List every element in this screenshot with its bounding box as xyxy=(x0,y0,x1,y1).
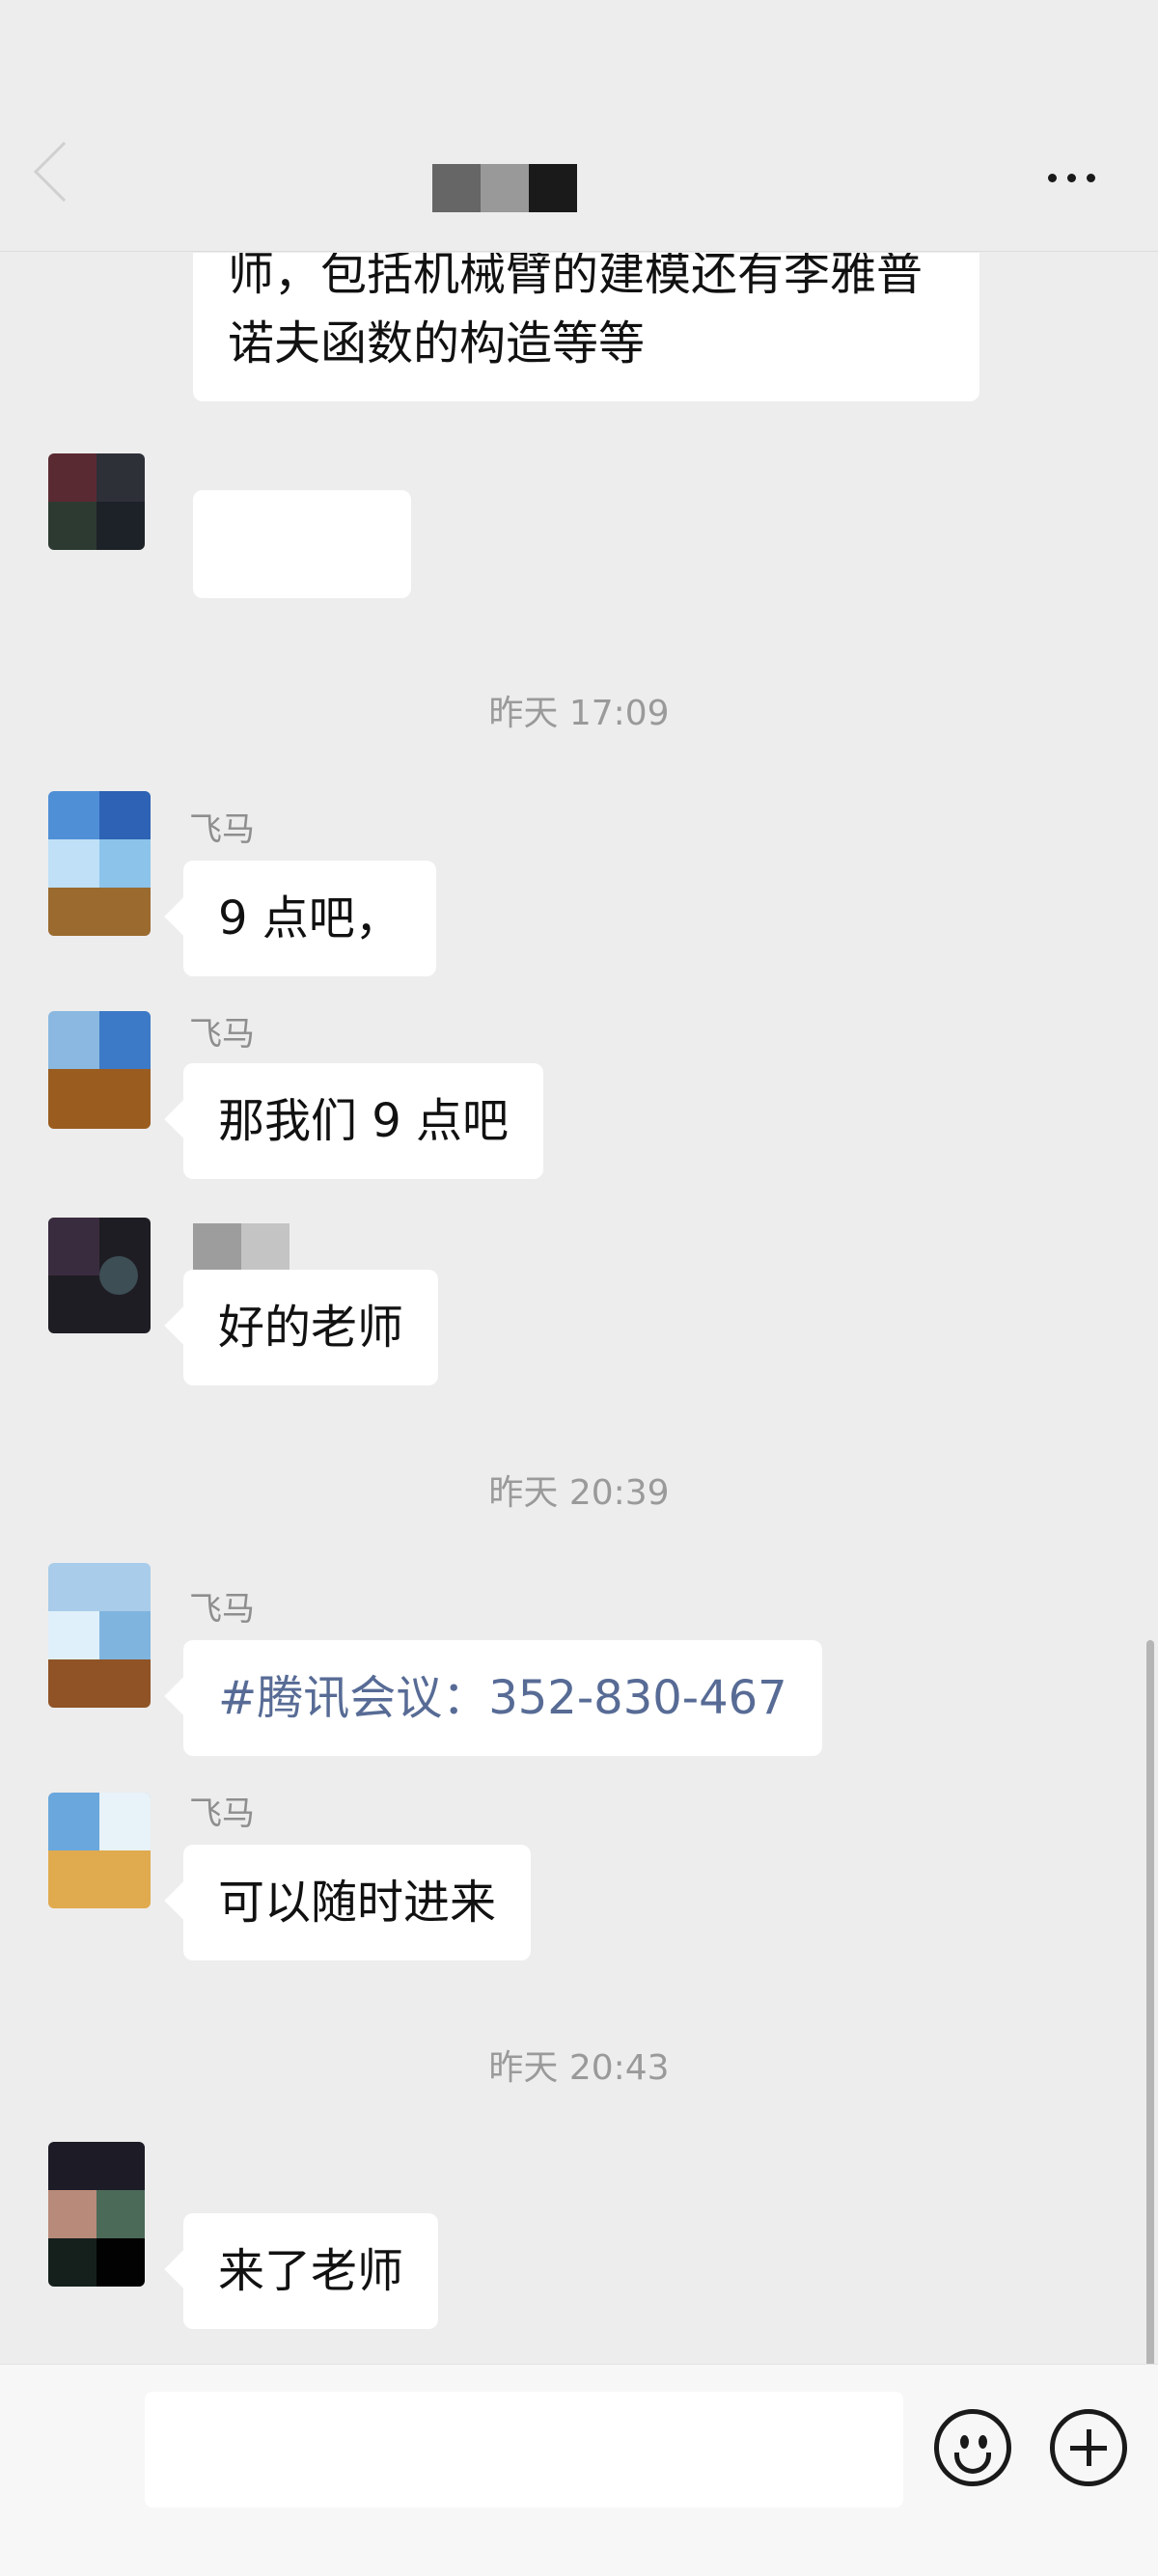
avatar[interactable] xyxy=(48,1218,151,1333)
avatar[interactable] xyxy=(48,2142,145,2287)
chevron-left-icon[interactable] xyxy=(33,141,95,203)
emoji-icon[interactable] xyxy=(934,2409,1011,2486)
message-bubble[interactable]: 可以随时进来 xyxy=(164,1845,532,1960)
avatar[interactable] xyxy=(48,453,145,550)
bubble-tail xyxy=(164,897,203,936)
avatar[interactable] xyxy=(48,1563,151,1708)
message-input[interactable] xyxy=(145,2392,903,2507)
chat-header xyxy=(0,0,1158,253)
avatar[interactable] xyxy=(48,791,151,936)
message-text: 好的老师 xyxy=(218,1301,404,1355)
message-text: 来了老师 xyxy=(218,2244,404,2298)
bubble-tail xyxy=(164,2250,203,2288)
plus-icon[interactable] xyxy=(1050,2409,1127,2486)
message-bubble[interactable]: 好的老师 xyxy=(164,1270,439,1385)
message-text: 诺夫函数的构造等等 xyxy=(228,316,646,370)
sender-name-pixelated xyxy=(193,1223,290,1272)
avatar[interactable] xyxy=(48,1793,151,1908)
message-text: 可以随时进来 xyxy=(218,1876,497,1930)
sender-name: 飞马 xyxy=(189,1795,255,1833)
header-divider xyxy=(0,251,1158,252)
timestamp: 昨天 20:39 xyxy=(488,1473,670,1513)
bubble-tail xyxy=(164,1306,203,1345)
bubble-tail xyxy=(164,1677,203,1715)
meeting-link-bubble[interactable]: #腾讯会议：352-830-467 xyxy=(164,1640,822,1756)
sender-name: 飞马 xyxy=(189,1590,255,1629)
message-text: 那我们 9 点吧 xyxy=(218,1094,510,1148)
bubble-tail xyxy=(164,1100,203,1138)
sender-name: 飞马 xyxy=(189,810,255,849)
message-list[interactable]: 师，包括机械臂的建模还有李雅普 诺夫函数的构造等等 昨天 17:09 飞马 9 … xyxy=(0,0,1158,2373)
input-bar xyxy=(0,2364,1158,2576)
meeting-link-text[interactable]: #腾讯会议：352-830-467 xyxy=(218,1671,787,1725)
timestamp: 昨天 20:43 xyxy=(488,2048,670,2088)
sender-name: 飞马 xyxy=(189,1015,255,1054)
chat-title-pixelated xyxy=(432,164,577,212)
message-bubble[interactable]: 来了老师 xyxy=(164,2213,439,2329)
avatar[interactable] xyxy=(48,1011,151,1129)
chat-screen: 师，包括机械臂的建模还有李雅普 诺夫函数的构造等等 昨天 17:09 飞马 9 … xyxy=(0,0,1158,2576)
more-dots-icon[interactable] xyxy=(1048,174,1095,182)
image-message[interactable] xyxy=(193,490,411,598)
message-text: 9 点吧， xyxy=(218,891,401,945)
bubble-tail xyxy=(164,1881,203,1920)
timestamp: 昨天 17:09 xyxy=(488,694,670,733)
message-bubble[interactable]: 9 点吧， xyxy=(164,861,436,976)
message-bubble[interactable]: 那我们 9 点吧 xyxy=(164,1063,544,1179)
scrollbar[interactable] xyxy=(1146,1640,1154,2373)
